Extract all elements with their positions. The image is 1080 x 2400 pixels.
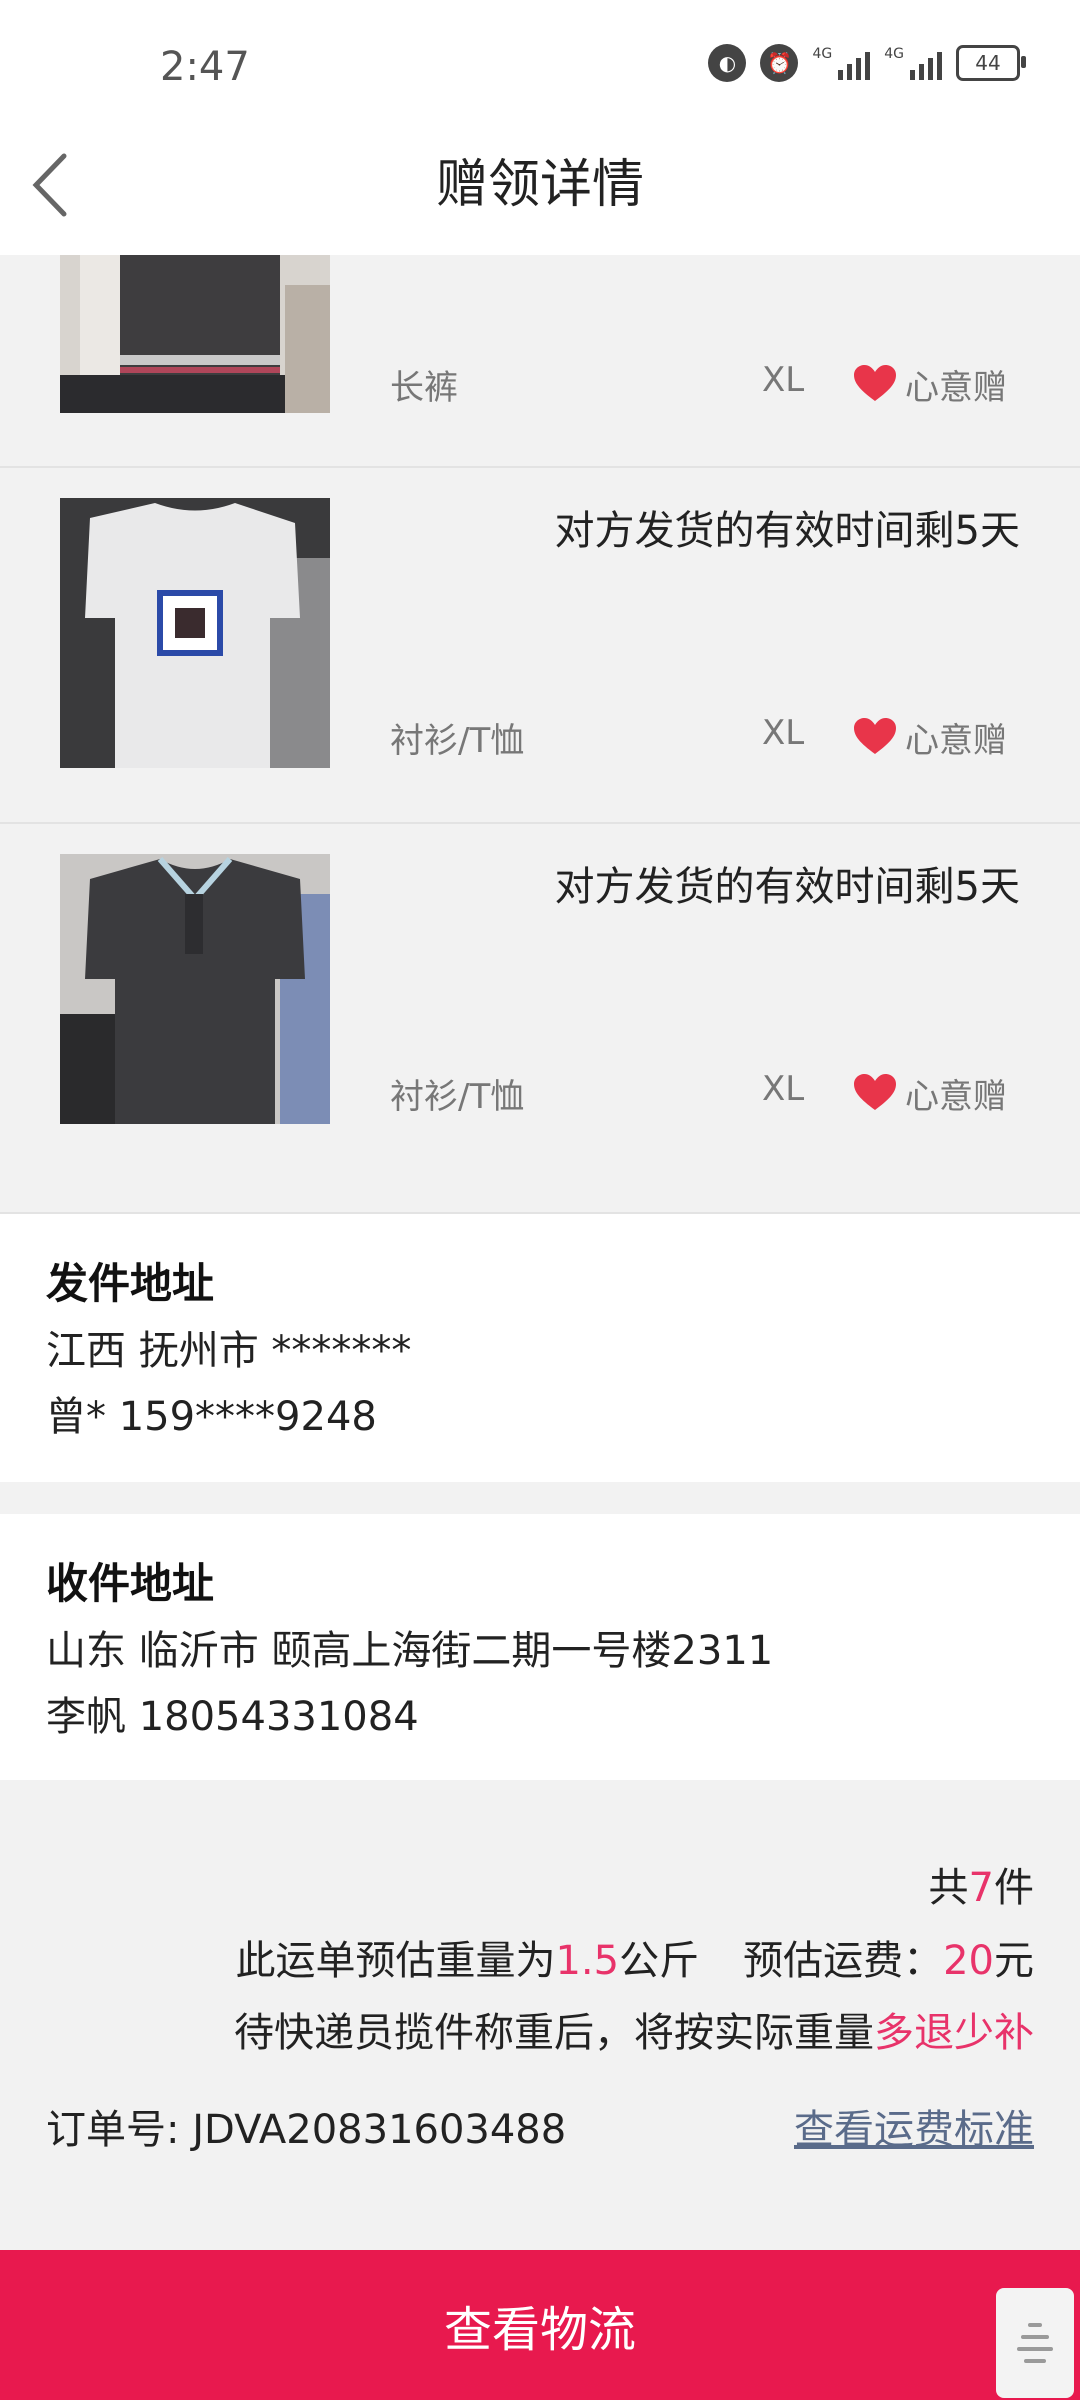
- deadline-text: 对方发货的有效时间剩5天: [554, 864, 1020, 910]
- receiver-title: 收件地址: [46, 1559, 215, 1608]
- battery-icon: 44: [956, 45, 1026, 81]
- weighing-note: 待快递员揽件称重后，将按实际重量多退少补: [234, 2010, 1034, 2056]
- item-size: XL: [762, 360, 805, 400]
- item-row[interactable]: 对方发货的有效时间剩5天 衬衫/T恤 XL 心意赠: [0, 468, 1080, 824]
- page-title: 赠领详情: [435, 155, 644, 215]
- order-number: 订单号: JDVA20831603488: [46, 2107, 567, 2153]
- sender-address-panel: 发件地址 江西 抚州市 ******* 曾* 159****9248: [0, 1214, 1080, 1482]
- sender-address: 江西 抚州市 *******: [46, 1328, 412, 1374]
- status-time: 2:47: [160, 44, 250, 90]
- signal-icon: 4G: [812, 46, 871, 80]
- fee-standard-link[interactable]: 查看运费标准: [794, 2097, 1034, 2155]
- item-size: XL: [762, 713, 805, 753]
- item-category: 衬衫/T恤: [390, 721, 525, 761]
- item-category: 衬衫/T恤: [390, 1077, 525, 1117]
- data-saver-icon: ◐: [708, 44, 747, 82]
- scroll-handle-button[interactable]: [996, 2288, 1074, 2398]
- status-icons: ◐ ⏰ 4G 4G 44: [708, 44, 1026, 82]
- weight-fee-line: 此运单预估重量为1.5公斤 预估运费：20元: [235, 1938, 1034, 1984]
- gift-type-label: 心意赠: [905, 1077, 1007, 1117]
- item-category: 长裤: [390, 368, 458, 408]
- heart-icon: [854, 1074, 896, 1110]
- heart-icon: [854, 718, 896, 754]
- gift-type-label: 心意赠: [905, 368, 1007, 408]
- product-image: [60, 255, 330, 413]
- sender-title: 发件地址: [46, 1259, 215, 1308]
- gift-type-label: 心意赠: [905, 721, 1007, 761]
- sender-contact: 曾* 159****9248: [46, 1394, 377, 1440]
- alarm-icon: ⏰: [760, 44, 799, 82]
- receiver-contact: 李帆 18054331084: [46, 1694, 419, 1740]
- receiver-address: 山东 临沂市 颐高上海街二期一号楼2311: [46, 1628, 774, 1674]
- item-row[interactable]: 长裤 XL 心意赠: [0, 255, 1080, 468]
- item-size: XL: [762, 1069, 805, 1109]
- view-logistics-button[interactable]: 查看物流: [0, 2250, 1080, 2400]
- heart-icon: [854, 365, 896, 401]
- receiver-address-panel: 收件地址 山东 临沂市 颐高上海街二期一号楼2311 李帆 1805433108…: [0, 1514, 1080, 1780]
- item-row[interactable]: 对方发货的有效时间剩5天 衬衫/T恤 XL 心意赠: [0, 824, 1080, 1214]
- product-image: [60, 498, 330, 768]
- product-image: [60, 854, 330, 1124]
- deadline-text: 对方发货的有效时间剩5天: [554, 508, 1020, 554]
- signal-icon-2: 4G: [884, 46, 942, 80]
- item-count: 共7件: [928, 1865, 1034, 1911]
